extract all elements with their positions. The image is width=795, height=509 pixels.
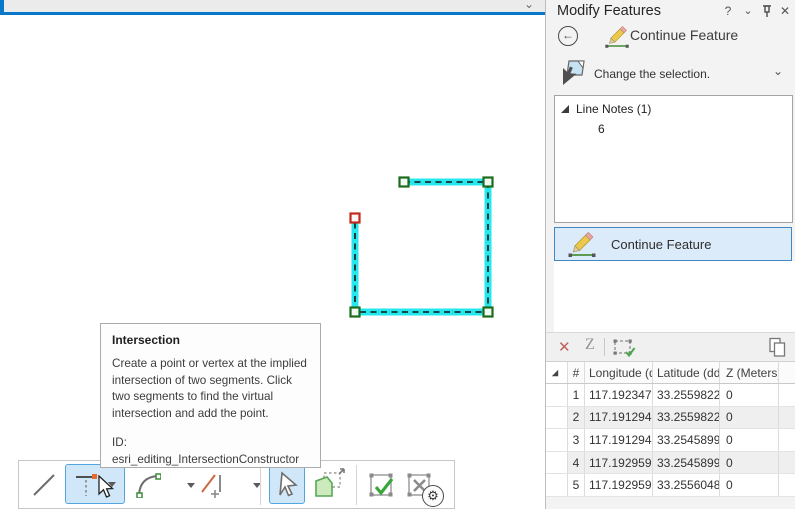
cell-num[interactable]: 5 — [568, 474, 585, 496]
intersection-dropdown-caret[interactable] — [108, 481, 116, 487]
tooltip-title: Intersection — [112, 333, 181, 347]
toolbar-separator — [260, 465, 261, 505]
tree-root-label: Line Notes (1) — [576, 102, 652, 116]
pencil-line-icon — [568, 231, 596, 257]
cell-latitude[interactable]: 33.25458997 — [653, 451, 720, 474]
table-row[interactable]: 1 117.1923476 33.25598227 0 — [546, 384, 795, 407]
table-row[interactable]: 2 117.1912947 33.25598227 0 — [546, 406, 795, 430]
cell-z[interactable]: 0 — [720, 429, 779, 451]
chevron-down-icon[interactable]: ⌄ — [524, 0, 540, 11]
right-angle-tool-button[interactable] — [193, 466, 267, 504]
cell-latitude[interactable]: 33.25458997 — [653, 429, 720, 451]
cell-num[interactable]: 3 — [568, 429, 585, 451]
vertex-handle[interactable] — [398, 176, 410, 188]
change-selection-label[interactable]: Change the selection. — [594, 67, 710, 81]
panel-spacer — [554, 261, 795, 332]
cell-latitude[interactable]: 33.25598227 — [653, 406, 720, 429]
vertex-table: # Longitude (dd) Latitude (dd) Z (Meters… — [546, 361, 795, 497]
change-selection-icon — [563, 60, 585, 85]
vertex-toolbar: ✕ Z — [546, 332, 795, 361]
cell-longitude[interactable]: 117.1929596 — [585, 451, 653, 474]
vertex-handle[interactable] — [482, 176, 494, 188]
table-expand-triangle-icon[interactable] — [551, 369, 559, 376]
finish-sketch-button[interactable] — [363, 466, 399, 504]
modify-features-panel: Modify Features ? ⌄ ✕ ← Continue Feature — [545, 0, 795, 509]
cell-latitude[interactable]: 33.25598227 — [653, 384, 720, 406]
line-tool-button[interactable] — [26, 466, 62, 504]
intersection-icon — [76, 474, 97, 496]
help-icon[interactable]: ? — [720, 4, 736, 20]
toolbar-separator — [604, 338, 605, 356]
panel-menu-chevron-icon[interactable]: ⌄ — [740, 4, 756, 20]
cell-num[interactable]: 1 — [568, 384, 585, 406]
table-row[interactable]: 5 117.1929596 33.25560487 0 — [546, 474, 795, 497]
cell-z[interactable]: 0 — [720, 474, 779, 496]
cell-longitude[interactable]: 117.1912947 — [585, 429, 653, 451]
tool-tooltip: Intersection Create a point or vertex at… — [100, 323, 321, 468]
column-header-longitude: Longitude (dd) — [585, 362, 653, 383]
table-row[interactable]: 3 117.1912947 33.25458997 0 — [546, 429, 795, 452]
selection-tree: Line Notes (1) 6 — [554, 95, 793, 223]
panel-title: Modify Features — [557, 3, 661, 19]
continue-feature-button-label: Continue Feature — [611, 236, 712, 252]
gear-icon[interactable]: ⚙ — [422, 485, 444, 507]
finish-sketch-small-icon[interactable] — [612, 337, 636, 358]
shape-select-icon — [315, 468, 345, 497]
column-header-num: # — [568, 362, 585, 383]
map-tab-underline — [0, 12, 545, 15]
z-values-icon[interactable]: Z — [585, 336, 595, 354]
active-tool-label: Continue Feature — [630, 27, 739, 43]
shape-select-tool-button[interactable] — [307, 462, 351, 506]
tooltip-id-label: ID: — [112, 436, 127, 450]
vertex-handles — [349, 176, 494, 318]
pointer-icon — [279, 471, 298, 497]
cell-latitude[interactable]: 33.25560487 — [653, 474, 720, 496]
arc-tool-button[interactable] — [129, 466, 201, 504]
toolbar-separator — [356, 465, 357, 505]
cell-z[interactable]: 0 — [720, 451, 779, 474]
map-overview-bar — [4, 0, 545, 12]
copy-icon[interactable] — [768, 337, 787, 358]
vertex-handle[interactable] — [482, 306, 494, 318]
line-icon — [33, 474, 55, 496]
pencil-line-icon — [605, 25, 629, 48]
arc-icon — [136, 473, 161, 498]
pointer-tool-button[interactable] — [269, 464, 305, 504]
finish-check-icon — [369, 473, 394, 497]
tooltip-id-value: esri_editing_IntersectionConstructor — [112, 452, 300, 466]
cell-longitude[interactable]: 117.1929596 — [585, 474, 653, 496]
cell-num[interactable]: 4 — [568, 451, 585, 474]
pin-icon[interactable] — [759, 4, 775, 20]
tooltip-body: Create a point or vertex at the implied … — [112, 357, 307, 420]
tree-item-feature-6[interactable]: 6 — [598, 122, 605, 136]
right-angle-line-icon — [201, 474, 221, 498]
continue-feature-button[interactable]: Continue Feature — [554, 227, 792, 261]
cell-z[interactable]: 0 — [720, 384, 779, 406]
delete-vertex-icon[interactable]: ✕ — [558, 338, 571, 356]
app-window: ⌄ Intersection Create a point or vertex … — [0, 0, 795, 509]
cell-z[interactable]: 0 — [720, 406, 779, 429]
cell-num[interactable]: 2 — [568, 406, 585, 429]
table-row[interactable]: 4 117.1929596 33.25458997 0 — [546, 451, 795, 475]
tree-item-line-notes[interactable]: Line Notes (1) — [561, 102, 651, 116]
back-button[interactable]: ← — [558, 26, 578, 46]
cell-longitude[interactable]: 117.1912947 — [585, 406, 653, 429]
column-header-z: Z (Meters) — [720, 362, 779, 383]
column-header-latitude: Latitude (dd) — [653, 362, 720, 383]
tree-expand-triangle-icon[interactable] — [561, 105, 569, 113]
cell-longitude[interactable]: 117.1923476 — [585, 384, 653, 406]
intersection-tool-button[interactable] — [65, 464, 125, 504]
vertex-table-header: # Longitude (dd) Latitude (dd) Z (Meters… — [546, 361, 795, 384]
end-vertex-handle[interactable] — [349, 212, 361, 224]
close-icon[interactable]: ✕ — [777, 4, 793, 20]
chevron-down-icon[interactable]: ⌄ — [773, 64, 783, 78]
vertex-handle[interactable] — [349, 306, 361, 318]
